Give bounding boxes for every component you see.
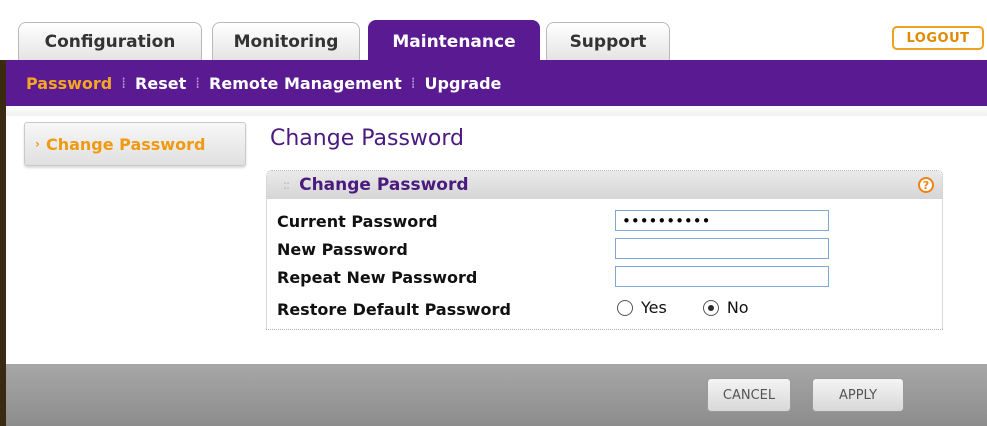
- sidebar-item-label: Change Password: [45, 134, 206, 154]
- sub-navigation: Password ⁞ Reset ⁞ Remote Management ⁞ U…: [6, 60, 987, 106]
- subnav-separator: ⁞: [121, 74, 127, 92]
- tab-monitoring[interactable]: Monitoring: [212, 22, 360, 60]
- repeat-password-field[interactable]: [615, 266, 829, 287]
- restore-yes-option[interactable]: Yes: [617, 298, 667, 317]
- page-title: Change Password: [270, 126, 464, 151]
- app-frame: Configuration Monitoring Maintenance Sup…: [0, 0, 987, 426]
- panel-header: :: Change Password ?: [267, 171, 942, 199]
- restore-default-radio-group: Yes No: [617, 298, 785, 317]
- panel-title: Change Password: [299, 175, 469, 195]
- main-tab-bar: Configuration Monitoring Maintenance Sup…: [6, 0, 987, 62]
- subnav-password[interactable]: Password: [26, 74, 112, 93]
- radio-yes[interactable]: [617, 299, 633, 316]
- tab-configuration[interactable]: Configuration: [18, 22, 202, 60]
- radio-yes-label: Yes: [641, 298, 667, 317]
- repeat-password-label: Repeat New Password: [277, 267, 478, 287]
- radio-no[interactable]: [702, 299, 719, 316]
- restore-default-label: Restore Default Password: [277, 299, 511, 319]
- change-password-panel: :: Change Password ? Current Password Ne…: [266, 170, 943, 330]
- new-password-label: New Password: [277, 239, 408, 259]
- subnav-separator: ⁞: [195, 74, 201, 92]
- current-password-field[interactable]: [615, 210, 829, 231]
- new-password-field[interactable]: [615, 238, 829, 259]
- current-password-label: Current Password: [277, 211, 438, 231]
- repeat-password-row: Repeat New Password: [277, 265, 927, 289]
- subnav-shadow: [6, 106, 987, 116]
- subnav-separator: ⁞: [410, 74, 416, 92]
- sidebar-item-change-password[interactable]: › Change Password: [24, 122, 246, 166]
- subnav-upgrade[interactable]: Upgrade: [425, 74, 502, 93]
- chevron-right-icon: ›: [35, 137, 40, 151]
- tab-maintenance[interactable]: Maintenance: [368, 20, 540, 62]
- restore-no-option[interactable]: No: [702, 298, 749, 317]
- grip-icon: ::: [283, 178, 290, 192]
- current-password-row: Current Password: [277, 209, 927, 233]
- subnav-remote-management[interactable]: Remote Management: [209, 74, 402, 93]
- subnav-reset[interactable]: Reset: [135, 74, 186, 93]
- restore-default-row: Restore Default Password Yes No: [277, 297, 927, 321]
- cancel-button[interactable]: CANCEL: [707, 378, 791, 412]
- tab-support[interactable]: Support: [546, 22, 670, 60]
- new-password-row: New Password: [277, 237, 927, 261]
- help-icon[interactable]: ?: [918, 177, 934, 193]
- logout-button[interactable]: LOGOUT: [892, 26, 984, 50]
- apply-button[interactable]: APPLY: [812, 378, 904, 412]
- radio-no-label: No: [726, 298, 749, 317]
